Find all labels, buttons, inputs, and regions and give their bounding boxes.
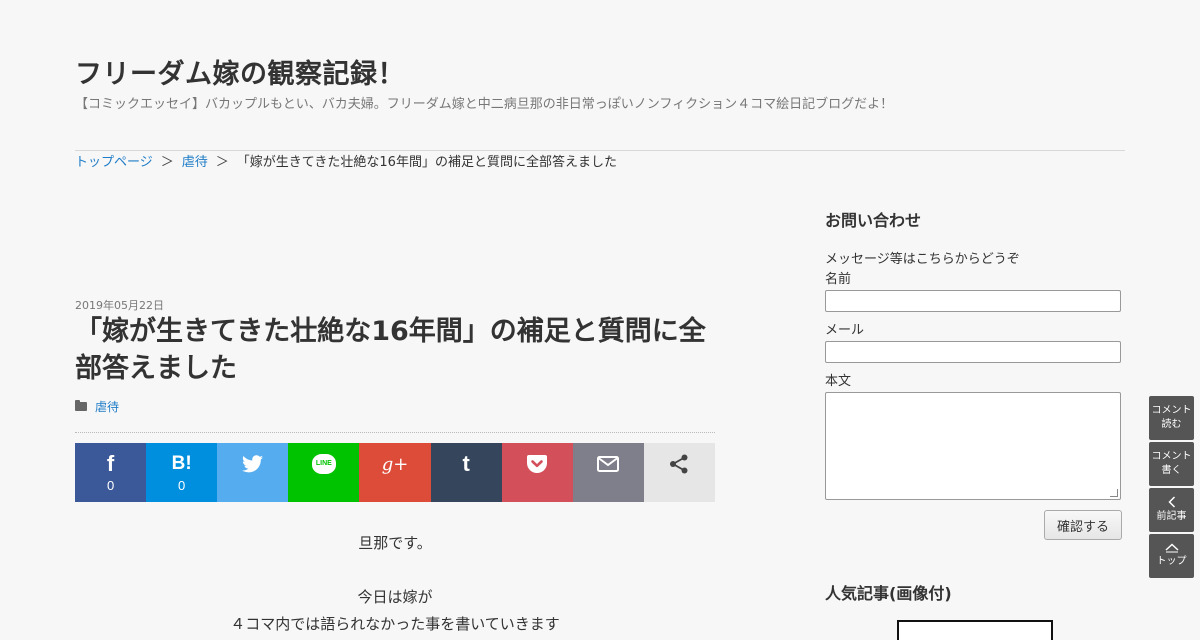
popular-article-thumbnail[interactable]: [897, 620, 1053, 640]
mail-label: メール: [825, 323, 865, 338]
comment-write-label: 書く: [1161, 465, 1182, 476]
dotted-divider: [75, 432, 715, 433]
share-icon: [669, 452, 689, 476]
breadcrumb: トップページ ＞ 虐待 ＞ 「嫁が生きてきた壮絶な16年間」の補足と質問に全部答…: [75, 151, 617, 170]
share-bar: f 0 B! 0 LINE g+ t: [75, 443, 715, 502]
confirm-button[interactable]: 確認する: [1044, 510, 1122, 540]
post-body-line: 今日は嫁が: [357, 588, 433, 606]
tumblr-icon: t: [462, 451, 470, 476]
comment-read-label: コメント: [1151, 405, 1192, 416]
message-textarea[interactable]: [825, 392, 1121, 500]
facebook-icon: f: [106, 451, 115, 476]
site-description: 【コミックエッセイ】バカップルもとい、バカ夫婦。フリーダム嫁と中二病旦那の非日常…: [75, 97, 894, 112]
share-googleplus-button[interactable]: g+: [359, 443, 431, 502]
comment-write-label: コメント: [1151, 451, 1192, 462]
back-to-top-button[interactable]: トップ: [1149, 534, 1194, 578]
comment-read-label: 読む: [1161, 419, 1182, 430]
line-icon: LINE: [311, 452, 336, 476]
share-hatena-button[interactable]: B! 0: [146, 443, 218, 502]
breadcrumb-current: 「嫁が生きてきた壮絶な16年間」の補足と質問に全部答えました: [236, 155, 617, 170]
post-category: 虐待: [75, 398, 119, 415]
chevron-left-icon: [1167, 496, 1176, 510]
folder-icon: [75, 400, 87, 411]
post-body: 旦那です。 今日は嫁が ４コマ内では語られなかった事を書いていきます: [75, 530, 715, 638]
share-facebook-button[interactable]: f 0: [75, 443, 147, 502]
contact-intro: メッセージ等はこちらからどうぞ: [825, 252, 1020, 267]
breadcrumb-separator: ＞: [160, 155, 174, 170]
post-date: 2019年05月22日: [75, 299, 164, 312]
breadcrumb-category-link[interactable]: 虐待: [182, 151, 208, 170]
share-more-button[interactable]: [643, 443, 715, 502]
share-line-button[interactable]: LINE: [288, 443, 360, 502]
name-field[interactable]: [825, 290, 1121, 312]
share-mail-button[interactable]: [572, 443, 644, 502]
post-title: 「嫁が生きてきた壮絶な16年間」の補足と質問に全部答えました: [75, 316, 706, 384]
site-title[interactable]: フリーダム嫁の観察記録！: [75, 52, 405, 91]
breadcrumb-home-link[interactable]: トップページ: [75, 151, 153, 170]
share-tumblr-button[interactable]: t: [430, 443, 502, 502]
share-twitter-button[interactable]: [217, 443, 289, 502]
share-count: 0: [178, 478, 186, 493]
mail-icon: [597, 452, 620, 476]
hatena-icon: B!: [171, 453, 192, 474]
breadcrumb-separator: ＞: [215, 155, 229, 170]
post-category-link[interactable]: 虐待: [95, 398, 119, 415]
share-pocket-button[interactable]: [501, 443, 573, 502]
post-body-line: [75, 557, 715, 584]
twitter-icon: [242, 452, 264, 476]
body-label: 本文: [825, 374, 852, 389]
share-count: 0: [106, 478, 115, 493]
comment-write-button[interactable]: コメント 書く: [1149, 442, 1194, 486]
email-field[interactable]: [825, 341, 1121, 363]
comment-read-button[interactable]: コメント 読む: [1149, 396, 1194, 440]
post-body-line: ４コマ内では語られなかった事を書いていきます: [230, 615, 560, 633]
prev-article-button[interactable]: 前記事: [1149, 488, 1194, 532]
googleplus-icon: g+: [381, 453, 409, 475]
chevron-up-icon: [1164, 543, 1179, 555]
pocket-icon: [527, 452, 548, 476]
popular-widget-title: 人気記事(画像付): [825, 584, 952, 603]
prev-article-label: 前記事: [1156, 511, 1187, 522]
post-body-line: 旦那です。: [358, 534, 432, 552]
contact-widget-title: お問い合わせ: [825, 211, 922, 230]
resize-handle-icon[interactable]: [1110, 489, 1118, 497]
name-label: 名前: [825, 272, 852, 287]
back-to-top-label: トップ: [1156, 556, 1187, 567]
